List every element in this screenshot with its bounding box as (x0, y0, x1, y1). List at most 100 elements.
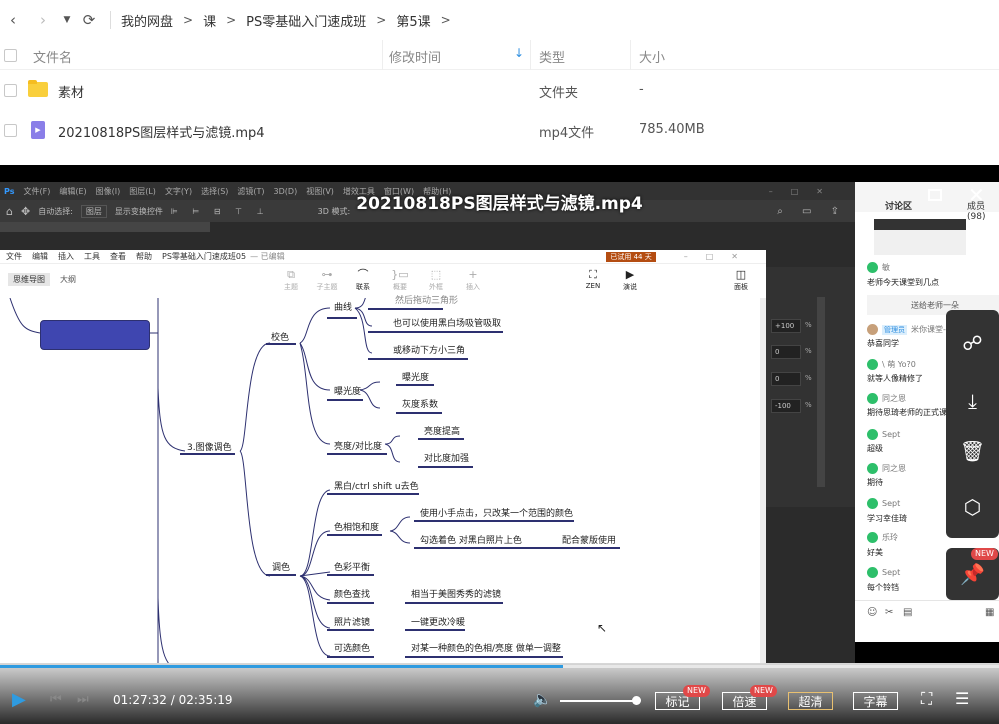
current-time: 01:27:32 (113, 693, 167, 707)
share-button[interactable]: ☍ (946, 310, 999, 376)
column-header-type[interactable]: 类型 (539, 47, 565, 66)
row-checkbox[interactable] (4, 84, 17, 97)
file-row[interactable]: ▶ 20210818PS图层样式与滤镜.mp4 mp4文件 785.40MB (0, 110, 999, 150)
arrow-down-icon[interactable]: ↓ (514, 46, 524, 60)
breadcrumb: 我的网盘 > 课 > PS零基础入门速成班 > 第5课 > (121, 11, 461, 30)
chat-message: 学习幸佳琦 (867, 514, 907, 523)
image-icon[interactable]: ▤ (903, 607, 912, 618)
column-header-name[interactable]: 文件名 (33, 47, 72, 66)
node-underline (555, 547, 620, 549)
mindmap-node: 或移动下方小三角 (393, 346, 466, 356)
mindmap-node: 对比度加强 (424, 454, 470, 464)
emoji-icon[interactable]: ☺ (867, 607, 877, 618)
breadcrumb-item[interactable]: 第5课 (396, 11, 430, 30)
mindmap-node: 一键更改冷暖 (411, 618, 466, 628)
caret-down-icon[interactable]: ▼ (56, 9, 78, 31)
ps-percent: % (805, 321, 812, 329)
tool-presentation: ▶ 演说 (613, 268, 647, 292)
volume-icon[interactable]: 🔈 (533, 690, 552, 708)
chat-user: 乐玲 (867, 532, 898, 543)
delete-button[interactable]: 🗑 (946, 426, 999, 476)
file-name[interactable]: 20210818PS图层样式与滤镜.mp4 (58, 122, 265, 141)
download-button[interactable]: ⤓ (946, 376, 999, 426)
column-divider[interactable] (530, 40, 531, 70)
node-underline (414, 520, 574, 522)
node-underline (368, 331, 503, 333)
playlist-icon[interactable]: ☰ (955, 689, 969, 708)
video-title: 20210818PS图层样式与滤镜.mp4 (356, 194, 643, 214)
settings-button[interactable]: ⬡ (946, 476, 999, 538)
ps-value-field: 0 (771, 372, 801, 386)
user-avatar-icon (867, 359, 878, 370)
mindmap-node: 校色 (271, 333, 290, 343)
ps-percent: % (805, 401, 812, 409)
ps-percent: % (805, 374, 812, 382)
mindmap-scrollbar (760, 298, 766, 680)
volume-slider[interactable] (560, 700, 636, 702)
mindmap-edited-status: — 已编辑 (250, 252, 285, 261)
quality-button[interactable]: 超清 (788, 692, 833, 710)
fullscreen-icon[interactable]: ⛶ (921, 689, 932, 709)
breadcrumb-separator: > (376, 13, 387, 27)
file-type: 文件夹 (539, 86, 579, 101)
column-header-modified[interactable]: 修改时间 (389, 47, 441, 66)
mindmap-menu-item: 文件 (6, 252, 22, 261)
file-row[interactable]: 素材 文件夹 - (0, 70, 999, 110)
zen-icon: ⛶ (589, 268, 597, 281)
tool-label: ZEN (585, 282, 601, 290)
mindmap-node: 对某一种颜色的色相/亮度 做单一调整 (411, 644, 561, 654)
next-icon[interactable]: ⏭ (77, 692, 89, 707)
node-underline (405, 629, 465, 631)
tool-panel: ◫ 面板 (724, 268, 758, 292)
tool-subtopic: ⊶ 子主题 (310, 268, 344, 292)
mindmap-node: 可选颜色 (334, 644, 371, 654)
node-underline (180, 453, 235, 455)
breadcrumb-item[interactable]: 课 (203, 11, 216, 30)
feedback-icon[interactable]: ▦ (985, 607, 994, 618)
trash-icon: 🗑 (959, 439, 986, 463)
row-checkbox[interactable] (4, 124, 17, 137)
video-player[interactable]: Ps 文件(F) 编辑(E) 图像(I) 图层(L) 文字(Y) 选择(S) 滤… (0, 165, 999, 724)
breadcrumb-item[interactable]: 我的网盘 (121, 11, 173, 30)
tool-label: 演说 (623, 283, 637, 291)
progress-fill (0, 665, 563, 668)
user-avatar-icon (867, 429, 878, 440)
play-icon[interactable]: ▶ (12, 689, 26, 710)
tool-label: 面板 (734, 283, 748, 291)
column-divider[interactable] (382, 40, 383, 70)
breadcrumb-separator: > (183, 13, 194, 27)
chat-user: Sept (867, 498, 900, 509)
video-file-icon: ▶ (31, 121, 45, 139)
column-divider[interactable] (630, 40, 631, 70)
node-underline (327, 534, 382, 536)
scissors-icon[interactable]: ✂ (885, 607, 893, 618)
chevron-left-icon[interactable]: ‹ (2, 9, 24, 31)
mindmap-node: 曝光度 (402, 373, 430, 383)
breadcrumb-separator: > (440, 13, 451, 27)
refresh-icon[interactable]: ⟳ (78, 9, 100, 31)
node-underline (327, 317, 357, 319)
file-name[interactable]: 素材 (58, 82, 84, 101)
mindmap-node: 然后拖动三角形 (395, 296, 459, 306)
chevron-right-icon[interactable]: › (32, 9, 54, 31)
breadcrumb-item[interactable]: PS零基础入门速成班 (246, 11, 366, 30)
select-all-checkbox[interactable] (4, 49, 17, 62)
mindmap-node: 配合蒙版使用 (562, 536, 617, 546)
column-header-size[interactable]: 大小 (639, 47, 665, 66)
node-underline (266, 574, 296, 576)
summary-icon: }▭ (391, 268, 409, 281)
boundary-icon: ⬚ (430, 268, 442, 281)
subtitle-button[interactable]: 字幕 (853, 692, 898, 710)
volume-handle[interactable] (632, 696, 641, 705)
ps-doc-tab (0, 222, 210, 232)
previous-icon[interactable]: ⏮ (50, 692, 62, 707)
ps-value-field: +100 (771, 319, 801, 333)
tool-boundary: ⬚ 外框 (419, 268, 453, 292)
download-icon: ⤓ (968, 389, 977, 413)
mindmap-node: 亮度提高 (424, 427, 461, 437)
plus-icon: + (468, 268, 478, 281)
new-badge: NEW (750, 685, 777, 697)
divider (855, 600, 999, 601)
node-underline (405, 602, 503, 604)
node-underline (396, 412, 442, 414)
